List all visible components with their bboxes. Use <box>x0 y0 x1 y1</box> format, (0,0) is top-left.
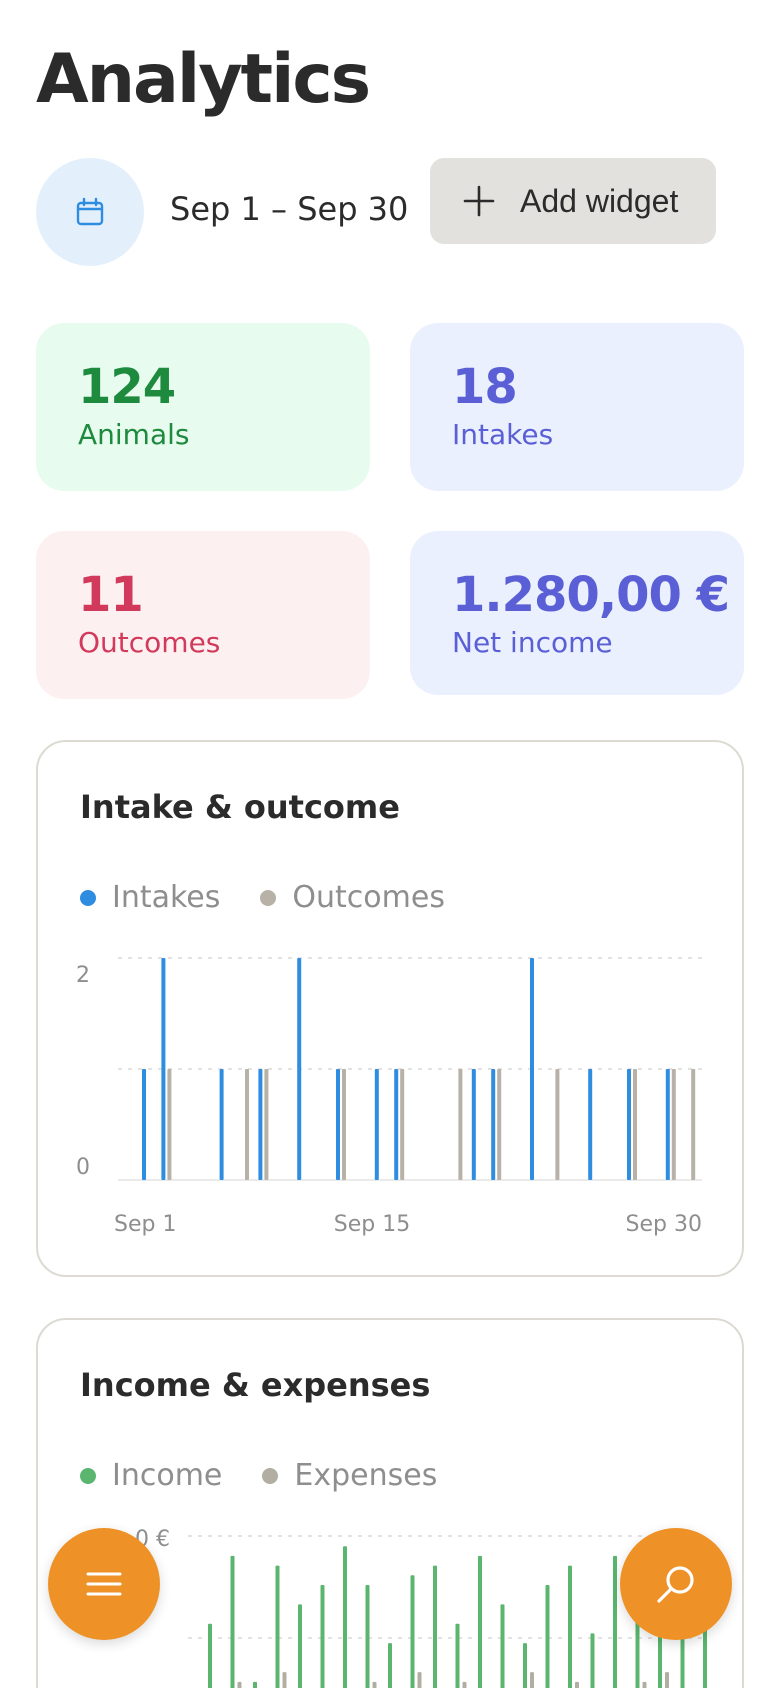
bar-income <box>523 1643 527 1688</box>
bar-income <box>388 1643 392 1688</box>
bar-outcome <box>633 1069 637 1180</box>
bar-intake <box>161 958 166 1180</box>
bar-expense <box>642 1681 647 1688</box>
bar-outcome <box>458 1069 463 1180</box>
bar-income <box>433 1565 437 1688</box>
bar-expense <box>575 1681 579 1688</box>
bar-outcome <box>167 1069 172 1180</box>
stat-label: Outcomes <box>78 625 221 659</box>
y-tick-label: 0 <box>76 1155 90 1180</box>
intake-outcome-card[interactable]: Intake & outcome Intakes Outcomes 0 2 Sep … <box>36 740 744 1277</box>
bar-expense <box>372 1681 377 1688</box>
bar-outcome <box>264 1069 269 1180</box>
bar-income <box>365 1584 370 1688</box>
bar-outcome <box>691 1069 696 1180</box>
bar-outcome <box>671 1069 676 1180</box>
bar-income <box>500 1604 505 1688</box>
bar-intake <box>530 958 534 1180</box>
bar-expense <box>282 1672 287 1688</box>
plus-icon <box>462 184 496 218</box>
intake-outcome-chart: 0 2 Sep 1 Sep 15 Sep 30 <box>76 957 702 1237</box>
bar-intake <box>394 1069 399 1180</box>
bar-intake <box>374 1069 379 1180</box>
date-range-button[interactable] <box>36 158 144 266</box>
bar-income <box>613 1555 617 1688</box>
bar-income <box>478 1555 482 1688</box>
bar-income <box>208 1623 212 1688</box>
bar-intake <box>219 1069 224 1180</box>
bar-income <box>298 1604 302 1688</box>
bar-intake <box>471 1069 476 1180</box>
bar-intake <box>297 958 302 1180</box>
bar-income <box>253 1681 257 1688</box>
stat-label: Intakes <box>452 417 554 451</box>
stat-card-intakes[interactable]: 18 Intakes <box>410 323 744 491</box>
bar-income <box>455 1623 460 1688</box>
bar-intake <box>588 1069 593 1180</box>
add-widget-button[interactable]: Add widget <box>430 158 716 244</box>
bar-outcome <box>497 1069 502 1180</box>
stat-value: 1.280,00 € <box>452 567 730 623</box>
menu-button[interactable] <box>48 1528 160 1640</box>
add-widget-label: Add widget <box>520 182 679 219</box>
bar-income <box>590 1633 595 1688</box>
menu-icon <box>84 1564 124 1604</box>
bar-expense <box>665 1672 669 1688</box>
bar-income <box>230 1555 235 1688</box>
stat-card-animals[interactable]: 124 Animals <box>36 323 370 491</box>
bar-intake <box>336 1069 340 1180</box>
x-tick-label: Sep 1 <box>114 1212 176 1237</box>
page-title: Analytics <box>36 40 371 119</box>
bar-intake <box>258 1069 263 1180</box>
bar-intake <box>627 1069 631 1180</box>
search-icon <box>654 1562 698 1606</box>
bar-expense <box>530 1672 534 1688</box>
stat-value: 11 <box>78 567 144 623</box>
stat-label: Animals <box>78 417 190 451</box>
stat-card-net-income[interactable]: 1.280,00 € Net income <box>410 531 744 695</box>
bar-outcome <box>555 1069 560 1180</box>
bar-intake <box>665 1069 670 1180</box>
y-tick-label: 2 <box>76 963 90 988</box>
bar-outcome <box>245 1069 249 1180</box>
bar-intake <box>142 1069 146 1180</box>
stat-value: 18 <box>452 359 518 415</box>
income-expenses-card[interactable]: Income & expenses Income Expenses 0 € <box>36 1318 744 1688</box>
calendar-icon <box>75 197 105 227</box>
bar-income <box>410 1575 415 1688</box>
stat-value: 124 <box>78 359 176 415</box>
date-range-label: Sep 1 – Sep 30 <box>170 190 409 228</box>
search-button[interactable] <box>620 1528 732 1640</box>
bar-expense <box>237 1681 242 1688</box>
x-tick-label: Sep 15 <box>334 1212 410 1237</box>
stat-card-outcomes[interactable]: 11 Outcomes <box>36 531 370 699</box>
bar-outcome <box>400 1069 405 1180</box>
stat-label: Net income <box>452 625 613 659</box>
bar-income <box>545 1584 550 1688</box>
bar-income <box>275 1565 280 1688</box>
income-expenses-chart: 0 € <box>135 1527 707 1688</box>
bar-outcome <box>342 1069 346 1180</box>
bar-intake <box>491 1069 496 1180</box>
bar-expense <box>417 1672 422 1688</box>
bar-income <box>343 1546 347 1688</box>
bar-expense <box>462 1681 467 1688</box>
x-tick-label: Sep 30 <box>626 1212 702 1237</box>
bar-income <box>568 1565 572 1688</box>
bar-income <box>320 1584 325 1688</box>
